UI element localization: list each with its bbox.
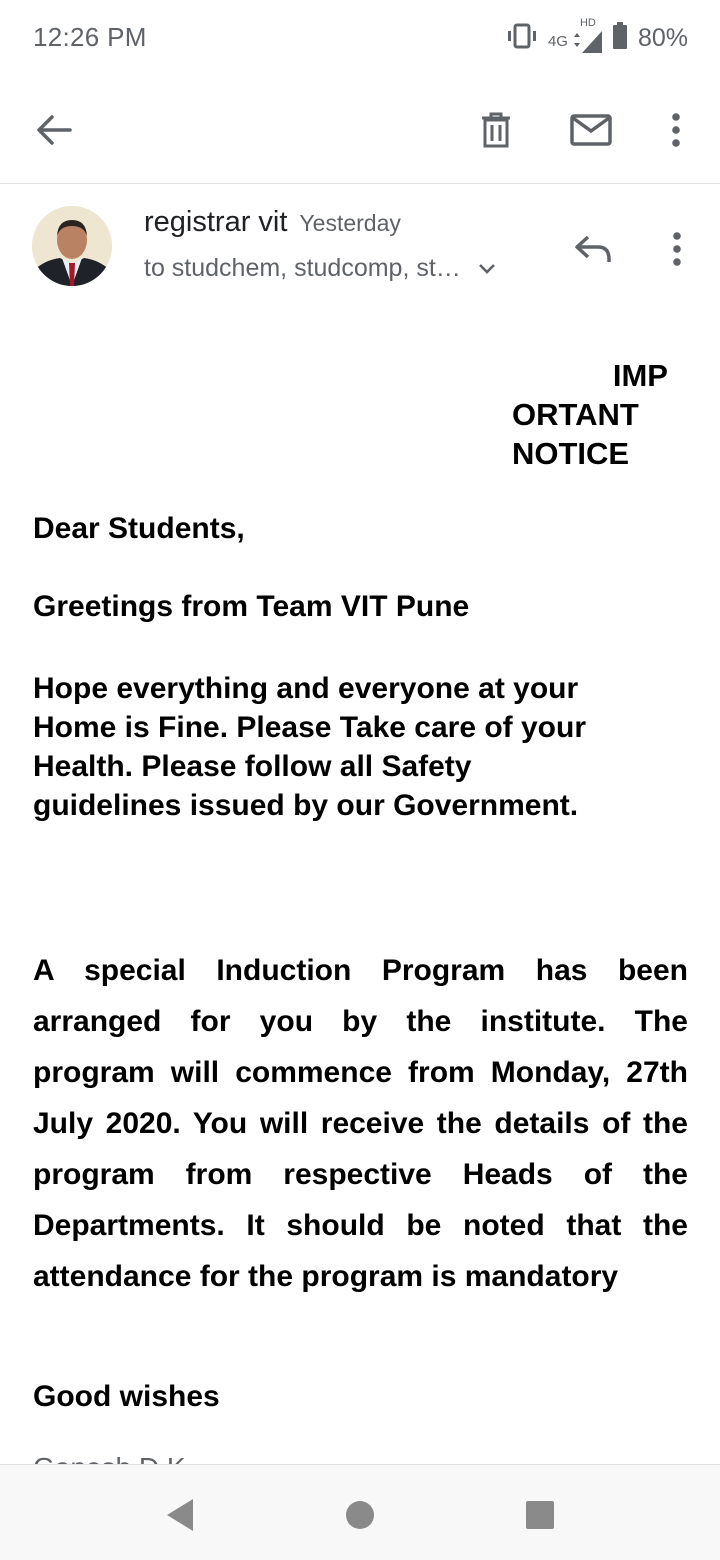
status-bar: 12:26 PM HD 4G 80% (0, 0, 720, 78)
notice-line-1: IMP (612, 358, 668, 393)
sender-avatar[interactable] (32, 206, 112, 286)
person-avatar-image (32, 206, 112, 286)
message-header: registrar vit Yesterday to studchem, stu… (0, 184, 720, 314)
reply-button[interactable] (566, 222, 620, 276)
message-date: Yesterday (299, 210, 401, 236)
message-more-button[interactable] (650, 222, 704, 276)
nav-back-icon (167, 1499, 193, 1531)
greeting-line: Greetings from Team VIT Pune (33, 590, 470, 623)
signal-icon (573, 31, 602, 53)
nav-back-button[interactable] (160, 1495, 200, 1535)
battery-percent: 80% (637, 23, 688, 52)
sender-name: registrar vit (144, 206, 288, 238)
notice-line-3: NOTICE (512, 436, 630, 471)
salutation: Dear Students, (33, 512, 245, 545)
nav-home-icon (346, 1501, 374, 1529)
closing-line: Good wishes (33, 1380, 220, 1413)
mark-unread-icon (570, 114, 612, 146)
status-time: 12:26 PM (33, 22, 147, 52)
mark-unread-button[interactable] (563, 102, 619, 158)
sender-line: registrar vit Yesterday (144, 206, 401, 239)
status-icons: HD 4G 80% (506, 17, 688, 58)
reply-icon (575, 235, 611, 262)
network-type-label: 4G (547, 33, 568, 50)
delete-button[interactable] (468, 102, 524, 158)
back-arrow-icon (37, 115, 72, 145)
back-button[interactable] (26, 102, 82, 158)
chevron-down-icon (475, 257, 499, 281)
more-vert-icon (672, 113, 680, 147)
network-hd-label: HD (579, 17, 596, 29)
notice-line-2: ORTANT (512, 397, 639, 432)
more-vert-icon (673, 232, 681, 266)
delete-icon (482, 112, 510, 148)
notice-heading: IMP ORTANT NOTICE (512, 356, 672, 473)
hope-paragraph: Hope everything and everyone at your Hom… (33, 672, 587, 822)
nav-recents-button[interactable] (520, 1495, 560, 1535)
top-app-bar (0, 78, 720, 184)
more-options-button[interactable] (648, 102, 704, 158)
recipients-text: to studchem, studcomp, st… (144, 254, 461, 282)
recipients-toggle[interactable]: to studchem, studcomp, st… (144, 254, 499, 283)
induction-paragraph: A special Induction Program has been arr… (33, 954, 688, 1293)
system-nav-bar (0, 1464, 720, 1560)
nav-recents-icon (526, 1501, 554, 1529)
network-indicator: HD 4G (547, 17, 602, 53)
vibrate-icon (506, 23, 538, 54)
nav-home-button[interactable] (340, 1495, 380, 1535)
battery-icon (612, 21, 628, 55)
